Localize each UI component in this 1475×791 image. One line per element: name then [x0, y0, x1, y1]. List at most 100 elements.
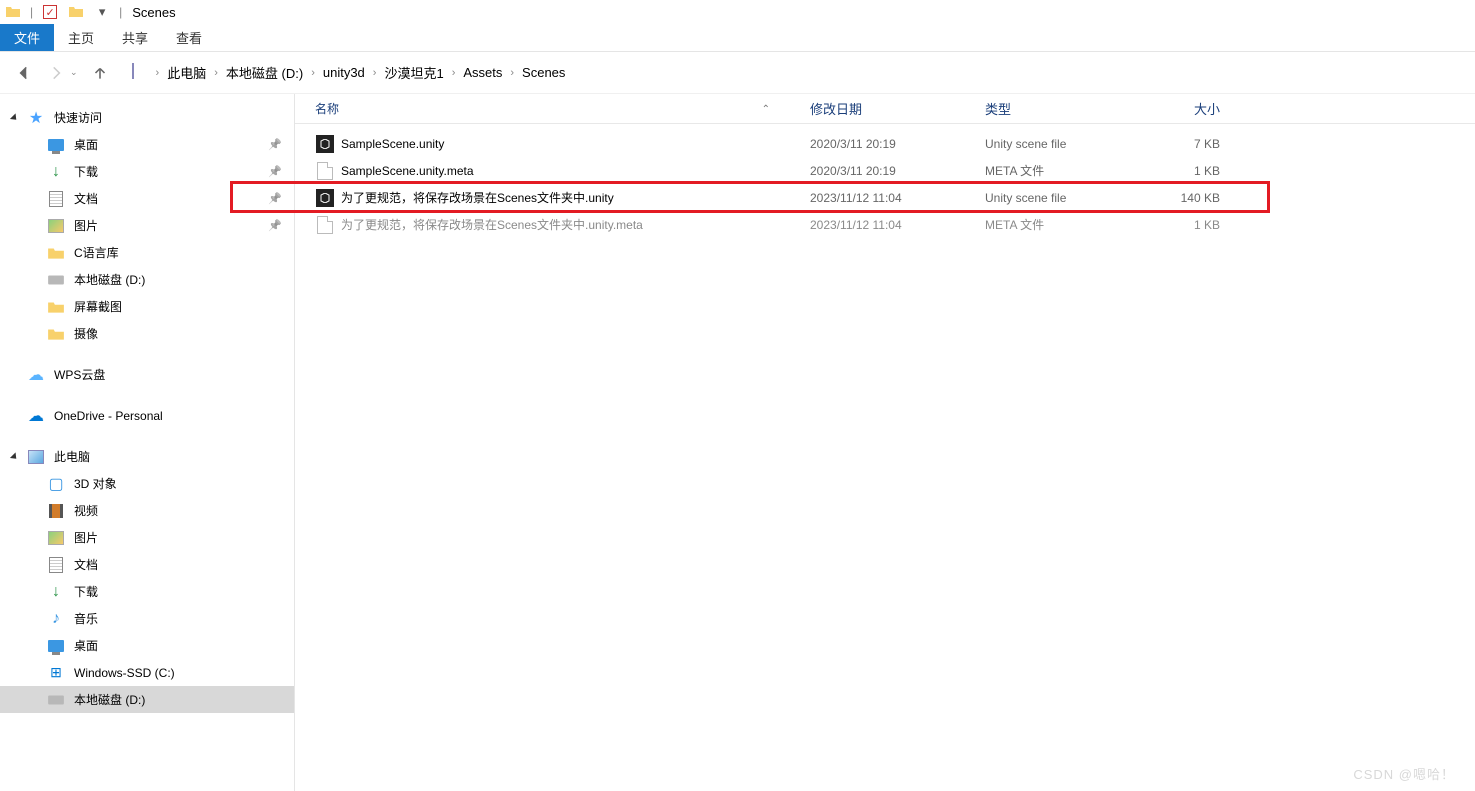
file-name: SampleScene.unity [341, 137, 810, 151]
qat-check-icon[interactable]: ✓ [39, 1, 61, 23]
down-icon: ↓ [46, 162, 66, 182]
sidebar-pc-item[interactable]: 本地磁盘 (D:) [0, 686, 294, 713]
file-type: META 文件 [985, 216, 1130, 233]
file-row[interactable]: 为了更规范，将保存改场景在Scenes文件夹中.unity.meta2023/1… [315, 211, 1475, 238]
chevron-right-icon[interactable]: › [508, 67, 516, 79]
folder-icon [2, 1, 24, 23]
pin-icon: 📌 [268, 219, 282, 232]
file-date: 2020/3/11 20:19 [810, 137, 985, 151]
unity-icon [315, 134, 335, 154]
address-bar[interactable]: › 此电脑 › 本地磁盘 (D:) › unity3d › 沙漠坦克1 › As… [128, 63, 572, 82]
tab-view[interactable]: 查看 [162, 24, 216, 51]
sidebar-onedrive[interactable]: ☁ OneDrive - Personal [0, 402, 294, 429]
column-header-type[interactable]: 类型 [985, 99, 1130, 118]
sidebar-wps[interactable]: ☁ WPS云盘 [0, 361, 294, 388]
chevron-right-icon[interactable]: › [371, 67, 379, 79]
pc-icon [26, 447, 46, 467]
nav-back-button[interactable] [10, 59, 38, 87]
sidebar-item-label: 下载 [74, 163, 98, 180]
breadcrumb-item[interactable]: 沙漠坦克1 [378, 63, 449, 82]
sidebar-item-label: C语言库 [74, 244, 119, 261]
breadcrumb-item[interactable]: unity3d [317, 65, 371, 80]
column-header-name[interactable]: 名称 ⌃ [315, 100, 810, 117]
chevron-right-icon[interactable]: › [309, 67, 317, 79]
sidebar-pc-item[interactable]: 视频 [0, 497, 294, 524]
disk-icon [46, 690, 66, 710]
sidebar-pc-item[interactable]: 图片 [0, 524, 294, 551]
breadcrumb-item[interactable]: Scenes [516, 65, 571, 80]
sidebar-quick-item[interactable]: ↓下载📌 [0, 158, 294, 185]
sidebar-item-label: 摄像 [74, 325, 98, 342]
sidebar-quick-item[interactable]: C语言库 [0, 239, 294, 266]
sidebar-quick-item[interactable]: 桌面📌 [0, 131, 294, 158]
sidebar-item-label: 桌面 [74, 637, 98, 654]
file-row[interactable]: SampleScene.unity2020/3/11 20:19Unity sc… [315, 130, 1475, 157]
cloud-icon: ☁ [26, 406, 46, 426]
folder-icon [46, 324, 66, 344]
tab-home[interactable]: 主页 [54, 24, 108, 51]
tab-share[interactable]: 共享 [108, 24, 162, 51]
nav-up-button[interactable] [86, 59, 114, 87]
file-size: 1 KB [1130, 218, 1220, 232]
doclines-icon [46, 189, 66, 209]
nav-history-dropdown-icon[interactable]: ⌄ [70, 67, 78, 78]
file-type: Unity scene file [985, 137, 1130, 151]
tab-file[interactable]: 文件 [0, 24, 54, 51]
folder-icon [46, 243, 66, 263]
sidebar-item-label: 快速访问 [54, 109, 102, 126]
breadcrumb-item[interactable]: 本地磁盘 (D:) [220, 63, 309, 82]
separator-icon: | [30, 5, 33, 19]
file-date: 2023/11/12 11:04 [810, 191, 985, 205]
file-size: 140 KB [1130, 191, 1220, 205]
file-list: SampleScene.unity2020/3/11 20:19Unity sc… [295, 124, 1475, 238]
pic-icon [46, 216, 66, 236]
sidebar-item-label: 桌面 [74, 136, 98, 153]
sidebar-pc-item[interactable]: ▢3D 对象 [0, 470, 294, 497]
sidebar-pc-item[interactable]: ↓ 下载 [0, 578, 294, 605]
sidebar-item-label: 3D 对象 [74, 475, 117, 492]
sidebar-this-pc[interactable]: 此电脑 [0, 443, 294, 470]
qat-dropdown-icon[interactable]: ▾ [91, 1, 113, 23]
nav-forward-button[interactable] [42, 59, 70, 87]
sidebar-item-label: 本地磁盘 (D:) [74, 691, 145, 708]
nav-bar: ⌄ › 此电脑 › 本地磁盘 (D:) › unity3d › 沙漠坦克1 › … [0, 52, 1475, 94]
chevron-right-icon[interactable]: › [154, 67, 162, 79]
column-header-size[interactable]: 大小 [1130, 99, 1220, 118]
chevron-right-icon[interactable]: › [450, 67, 458, 79]
sidebar-item-label: Windows-SSD (C:) [74, 666, 175, 680]
sidebar-quick-item[interactable]: 图片📌 [0, 212, 294, 239]
file-size: 7 KB [1130, 137, 1220, 151]
sidebar-item-label: 视频 [74, 502, 98, 519]
file-type: Unity scene file [985, 191, 1130, 205]
breadcrumb-item[interactable]: Assets [457, 65, 508, 80]
chevron-right-icon[interactable]: › [212, 67, 220, 79]
sidebar-item-label: 文档 [74, 556, 98, 573]
column-header-date[interactable]: 修改日期 [810, 99, 985, 118]
sidebar-quick-item[interactable]: 本地磁盘 (D:) [0, 266, 294, 293]
sidebar-quick-item[interactable]: 文档📌 [0, 185, 294, 212]
monitor-icon [46, 636, 66, 656]
separator-icon: | [119, 5, 122, 19]
sidebar-quick-access[interactable]: ★ 快速访问 [0, 104, 294, 131]
breadcrumb-item[interactable]: 此电脑 [161, 63, 212, 82]
window-title: Scenes [132, 5, 175, 20]
sidebar-pc-item[interactable]: 桌面 [0, 632, 294, 659]
folder-icon [46, 297, 66, 317]
unity-icon [315, 188, 335, 208]
file-size: 1 KB [1130, 164, 1220, 178]
file-row[interactable]: 为了更规范，将保存改场景在Scenes文件夹中.unity2023/11/12 … [315, 184, 1475, 211]
document-icon [315, 161, 335, 181]
sidebar-pc-item[interactable]: ♪音乐 [0, 605, 294, 632]
column-header-label: 名称 [315, 102, 339, 116]
down-icon: ↓ [46, 582, 66, 602]
sidebar-pc-item[interactable]: 文档 [0, 551, 294, 578]
sidebar-quick-item[interactable]: 摄像 [0, 320, 294, 347]
sidebar-item-label: 下载 [74, 583, 98, 600]
disk-icon [46, 270, 66, 290]
sidebar-pc-item[interactable]: ⊞Windows-SSD (C:) [0, 659, 294, 686]
film-icon [46, 501, 66, 521]
qat-folder-icon[interactable] [65, 1, 87, 23]
sidebar-quick-item[interactable]: 屏幕截图 [0, 293, 294, 320]
file-row[interactable]: SampleScene.unity.meta2020/3/11 20:19MET… [315, 157, 1475, 184]
sidebar-item-label: 屏幕截图 [74, 298, 122, 315]
